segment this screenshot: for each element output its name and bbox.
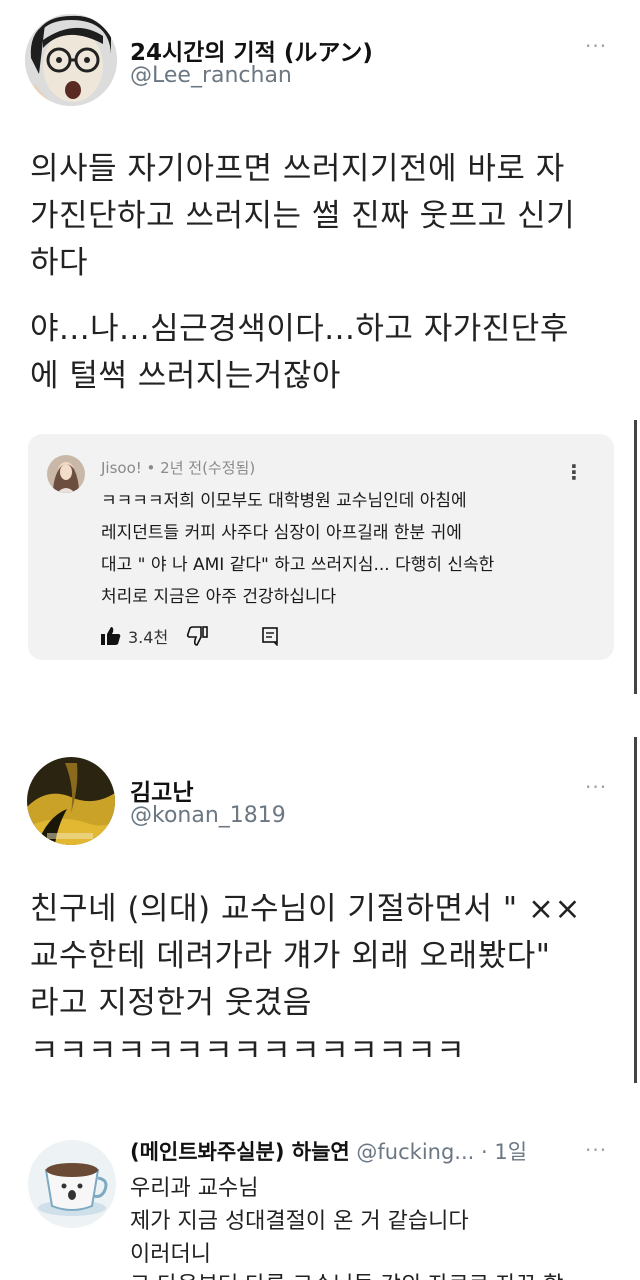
display-name[interactable]: (메인트봐주실분) 하늘연	[130, 1140, 350, 1164]
tweet-text-line: 가진단하고 쓰러지는 썰 진짜 웃프고 신기	[30, 198, 576, 234]
tweet-text-line: 친구네 (의대) 교수님이 기절하면서 " ××	[30, 891, 581, 927]
kebab-menu-icon[interactable]: ⋮	[564, 460, 584, 484]
reply-text-line: 그 다음부터 다른 교수님들 강의 자료로 자꾸 할	[130, 1267, 564, 1280]
comment-text-line: 처리로 지금은 아주 건강하십니다	[101, 587, 337, 607]
reply-text-line: 우리과 교수님	[130, 1176, 259, 1201]
thumbs-down-icon[interactable]	[186, 626, 208, 646]
comment-meta: Jisoo! • 2년 전(수정됨)	[101, 457, 255, 478]
comment-actions: 3.4천	[100, 624, 280, 648]
user-handle[interactable]: @konan_1819	[130, 803, 286, 828]
reply-tweet: (메인트봐주실분) 하늘연 @fucking... · 1일 ··· 우리과 교…	[0, 1120, 640, 1280]
tweet-text-line: ㅋㅋㅋㅋㅋㅋㅋㅋㅋㅋㅋㅋㅋㅋㅋ	[30, 1033, 466, 1069]
user-handle-time[interactable]: @fucking... · 1일	[356, 1140, 527, 1164]
reply-text-line: 제가 지금 성대결절이 온 거 같습니다	[130, 1209, 469, 1234]
display-name[interactable]: 24시간의 기적 (ルアン)	[130, 33, 373, 67]
tweet-text-line: 의사들 자기아프면 쓰러지기전에 바로 자	[30, 151, 565, 187]
tweet-text-line: 에 털썩 쓰러지는거잖아	[30, 358, 341, 394]
display-name[interactable]: 김고난	[130, 773, 193, 807]
more-options-icon[interactable]: ···	[585, 1138, 607, 1162]
coffee-cup-icon	[28, 1140, 116, 1228]
tweet-2: 김고난 @konan_1819 ··· 친구네 (의대) 교수님이 기절하면서 …	[0, 737, 640, 1083]
anime-character-icon	[27, 757, 115, 845]
reply-text-line: 이러더니	[130, 1242, 211, 1267]
embedded-comment-card: Jisoo! • 2년 전(수정됨) ⋮ ㅋㅋㅋㅋ저희 이모부도 대학병원 교수…	[28, 434, 614, 660]
tweet-text-line: 교수한테 데려가라 걔가 외래 오래봤다"	[30, 938, 551, 974]
user-handle[interactable]: @Lee_ranchan	[130, 63, 292, 88]
thumbs-up-icon[interactable]	[100, 626, 122, 646]
more-options-icon[interactable]: ···	[585, 34, 607, 58]
panel-edge-divider	[634, 737, 637, 1083]
comment-text-line: ㅋㅋㅋㅋ저희 이모부도 대학병원 교수님인데 아침에	[101, 491, 467, 511]
reply-header: (메인트봐주실분) 하늘연 @fucking... · 1일	[130, 1136, 527, 1166]
reply-comment-icon[interactable]	[260, 626, 280, 647]
cartoon-face-icon	[25, 14, 117, 106]
comment-time: • 2년 전(수정됨)	[141, 459, 256, 477]
comment-author[interactable]: Jisoo!	[101, 459, 142, 477]
more-options-icon[interactable]: ···	[585, 775, 607, 799]
avatar-konan[interactable]	[27, 757, 115, 845]
tweet-text-line: 야...나...심근경색이다...하고 자가진단후	[30, 311, 569, 347]
tweet-text-line: 하다	[30, 245, 89, 281]
commenter-avatar[interactable]	[47, 455, 85, 493]
like-count: 3.4천	[128, 628, 169, 647]
person-photo-icon	[47, 455, 85, 493]
avatar-lee-ranchan[interactable]	[25, 14, 117, 106]
tweet-1: 24시간의 기적 (ルアン) @Lee_ranchan ··· 의사들 자기아프…	[0, 0, 640, 694]
comment-text-line: 레지던트들 커피 사주다 심장이 아프길래 한분 귀에	[101, 523, 462, 543]
tweet-text-line: 라고 지정한거 웃겼음	[30, 985, 312, 1021]
panel-edge-divider	[634, 420, 637, 694]
comment-text-line: 대고 " 야 나 AMI 같다" 하고 쓰러지심... 다행히 신속한	[101, 555, 495, 575]
avatar-haneulyeon[interactable]	[28, 1140, 116, 1228]
